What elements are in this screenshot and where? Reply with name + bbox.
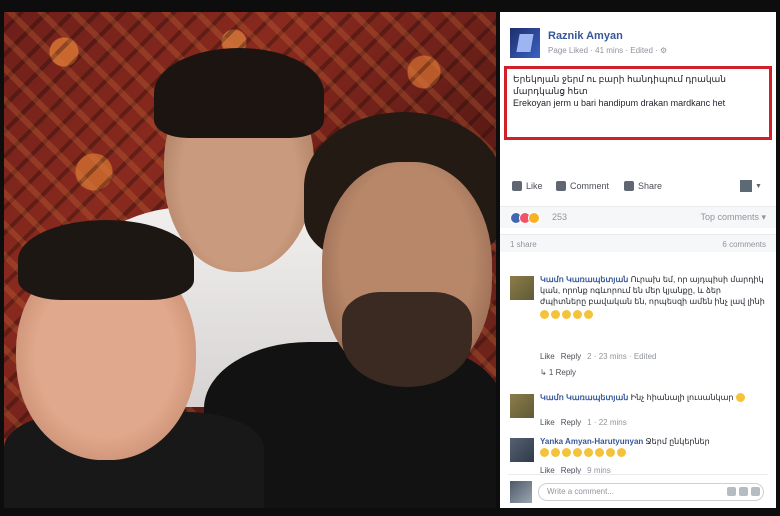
person-right-beard [342,292,472,387]
comments-count[interactable]: 6 comments [722,240,766,249]
author-avatar[interactable] [510,28,540,58]
comment-reply-link[interactable]: Reply [561,352,581,361]
post-side-panel: Raznik Amyan Page Liked · 41 mins · Edit… [500,12,776,508]
commenter-avatar[interactable] [510,276,534,300]
gif-icon[interactable] [751,487,760,496]
reactions-bar: 253 Top comments ▾ [500,206,776,228]
reaction-icons[interactable] [510,212,540,224]
comment-item: Կամո Կառապետյան Ինչ հիանալի լուսանկար Li… [510,392,768,432]
comment-body: Կամո Կառապետյան Ուրախ եմ, որ այդպիսի մար… [540,274,766,320]
reaction-count[interactable]: 253 [552,212,567,222]
shares-count[interactable]: 1 share [510,240,537,249]
laughing-emoji-icon [540,310,549,320]
post-actions: Like Comment Share ▼ [508,178,770,198]
comment-meta-info: 1 · 22 mins [587,418,627,427]
mini-avatar-icon [740,180,752,192]
share-label: Share [638,181,663,191]
comment-like-link[interactable]: Like [540,418,555,427]
post-text-armenian: Երեկոյան ջերմ ու բարի հանդիպում դրական մ… [513,74,727,96]
like-label: Like [526,181,543,191]
commenter-avatar[interactable] [510,394,534,418]
haha-reaction-icon [528,212,540,224]
comment-meta: Like Reply 1 · 22 mins [540,418,627,427]
post-as-selector[interactable]: ▼ [740,180,762,192]
person-left-hair [18,220,194,300]
laughing-emoji-icon [606,448,615,458]
replies-link[interactable]: ↳ 1 Reply [540,368,576,377]
commenter-name[interactable]: Կամո Կառապետյան [540,393,628,402]
comment-meta-info: 2 · 23 mins · Edited [587,352,657,361]
like-button[interactable]: Like [512,181,543,191]
comment-text: Ջերմ ընկերներ [645,437,710,446]
author-name[interactable]: Raznik Amyan [548,30,623,42]
thumbs-up-icon [512,181,522,191]
post-text-translit: Erekoyan jerm u bari handipum drakan mar… [513,98,726,108]
comment-item: Yanka Amyan-Harutyunyan Ջերմ ընկերներ Li… [510,436,768,476]
laughing-emoji-icon [584,448,593,458]
share-button[interactable]: Share [624,181,662,191]
emoji-row [540,447,766,458]
commenter-name[interactable]: Կամո Կառապետյան [540,275,628,284]
laughing-emoji-icon [595,448,604,458]
commenter-name[interactable]: Yanka Amyan-Harutyunyan [540,437,643,446]
emoji-row [540,309,766,320]
laughing-emoji-icon [551,310,560,320]
laughing-emoji-icon [540,448,549,458]
comment-button[interactable]: Comment [556,181,609,191]
laughing-emoji-icon [584,310,593,320]
comment-meta: Like Reply 2 · 23 mins · Edited [540,352,657,361]
post-meta: Page Liked · 41 mins · Edited · ⚙ [548,46,668,55]
laughing-emoji-icon [562,310,571,320]
comment-composer: Write a comment... [508,474,768,503]
shares-bar: 1 share 6 comments [500,234,776,252]
emoji-picker-icon[interactable] [727,487,736,496]
laughing-emoji-icon [735,393,745,403]
laughing-emoji-icon [617,448,626,458]
person-top-hair [154,48,324,138]
current-user-avatar [510,481,532,503]
comment-like-link[interactable]: Like [540,352,555,361]
post-photo[interactable] [4,12,496,508]
chevron-down-icon: ▼ [755,182,762,190]
composer-icons [727,487,760,496]
laughing-emoji-icon [573,310,582,320]
comment-reply-link[interactable]: Reply [561,418,581,427]
post-header: Raznik Amyan Page Liked · 41 mins · Edit… [510,22,766,66]
laughing-emoji-icon [573,448,582,458]
laughing-emoji-icon [562,448,571,458]
post-text-highlight: Երեկոյան ջերմ ու բարի հանդիպում դրական մ… [504,66,772,140]
comment-text: Ինչ հիանալի լուսանկար [630,393,734,402]
comment-label: Comment [570,181,610,191]
laughing-emoji-icon [551,448,560,458]
comment-icon [556,181,566,191]
share-icon [624,181,634,191]
commenter-avatar[interactable] [510,438,534,462]
camera-icon[interactable] [739,487,748,496]
comment-body: Yanka Amyan-Harutyunyan Ջերմ ընկերներ [540,436,766,458]
comment-body: Կամո Կառապետյան Ինչ հիանալի լուսանկար [540,392,766,403]
top-comments-sort[interactable]: Top comments ▾ [700,212,766,223]
comment-item: Կամո Կառապետյան Ուրախ եմ, որ այդպիսի մար… [510,274,768,377]
